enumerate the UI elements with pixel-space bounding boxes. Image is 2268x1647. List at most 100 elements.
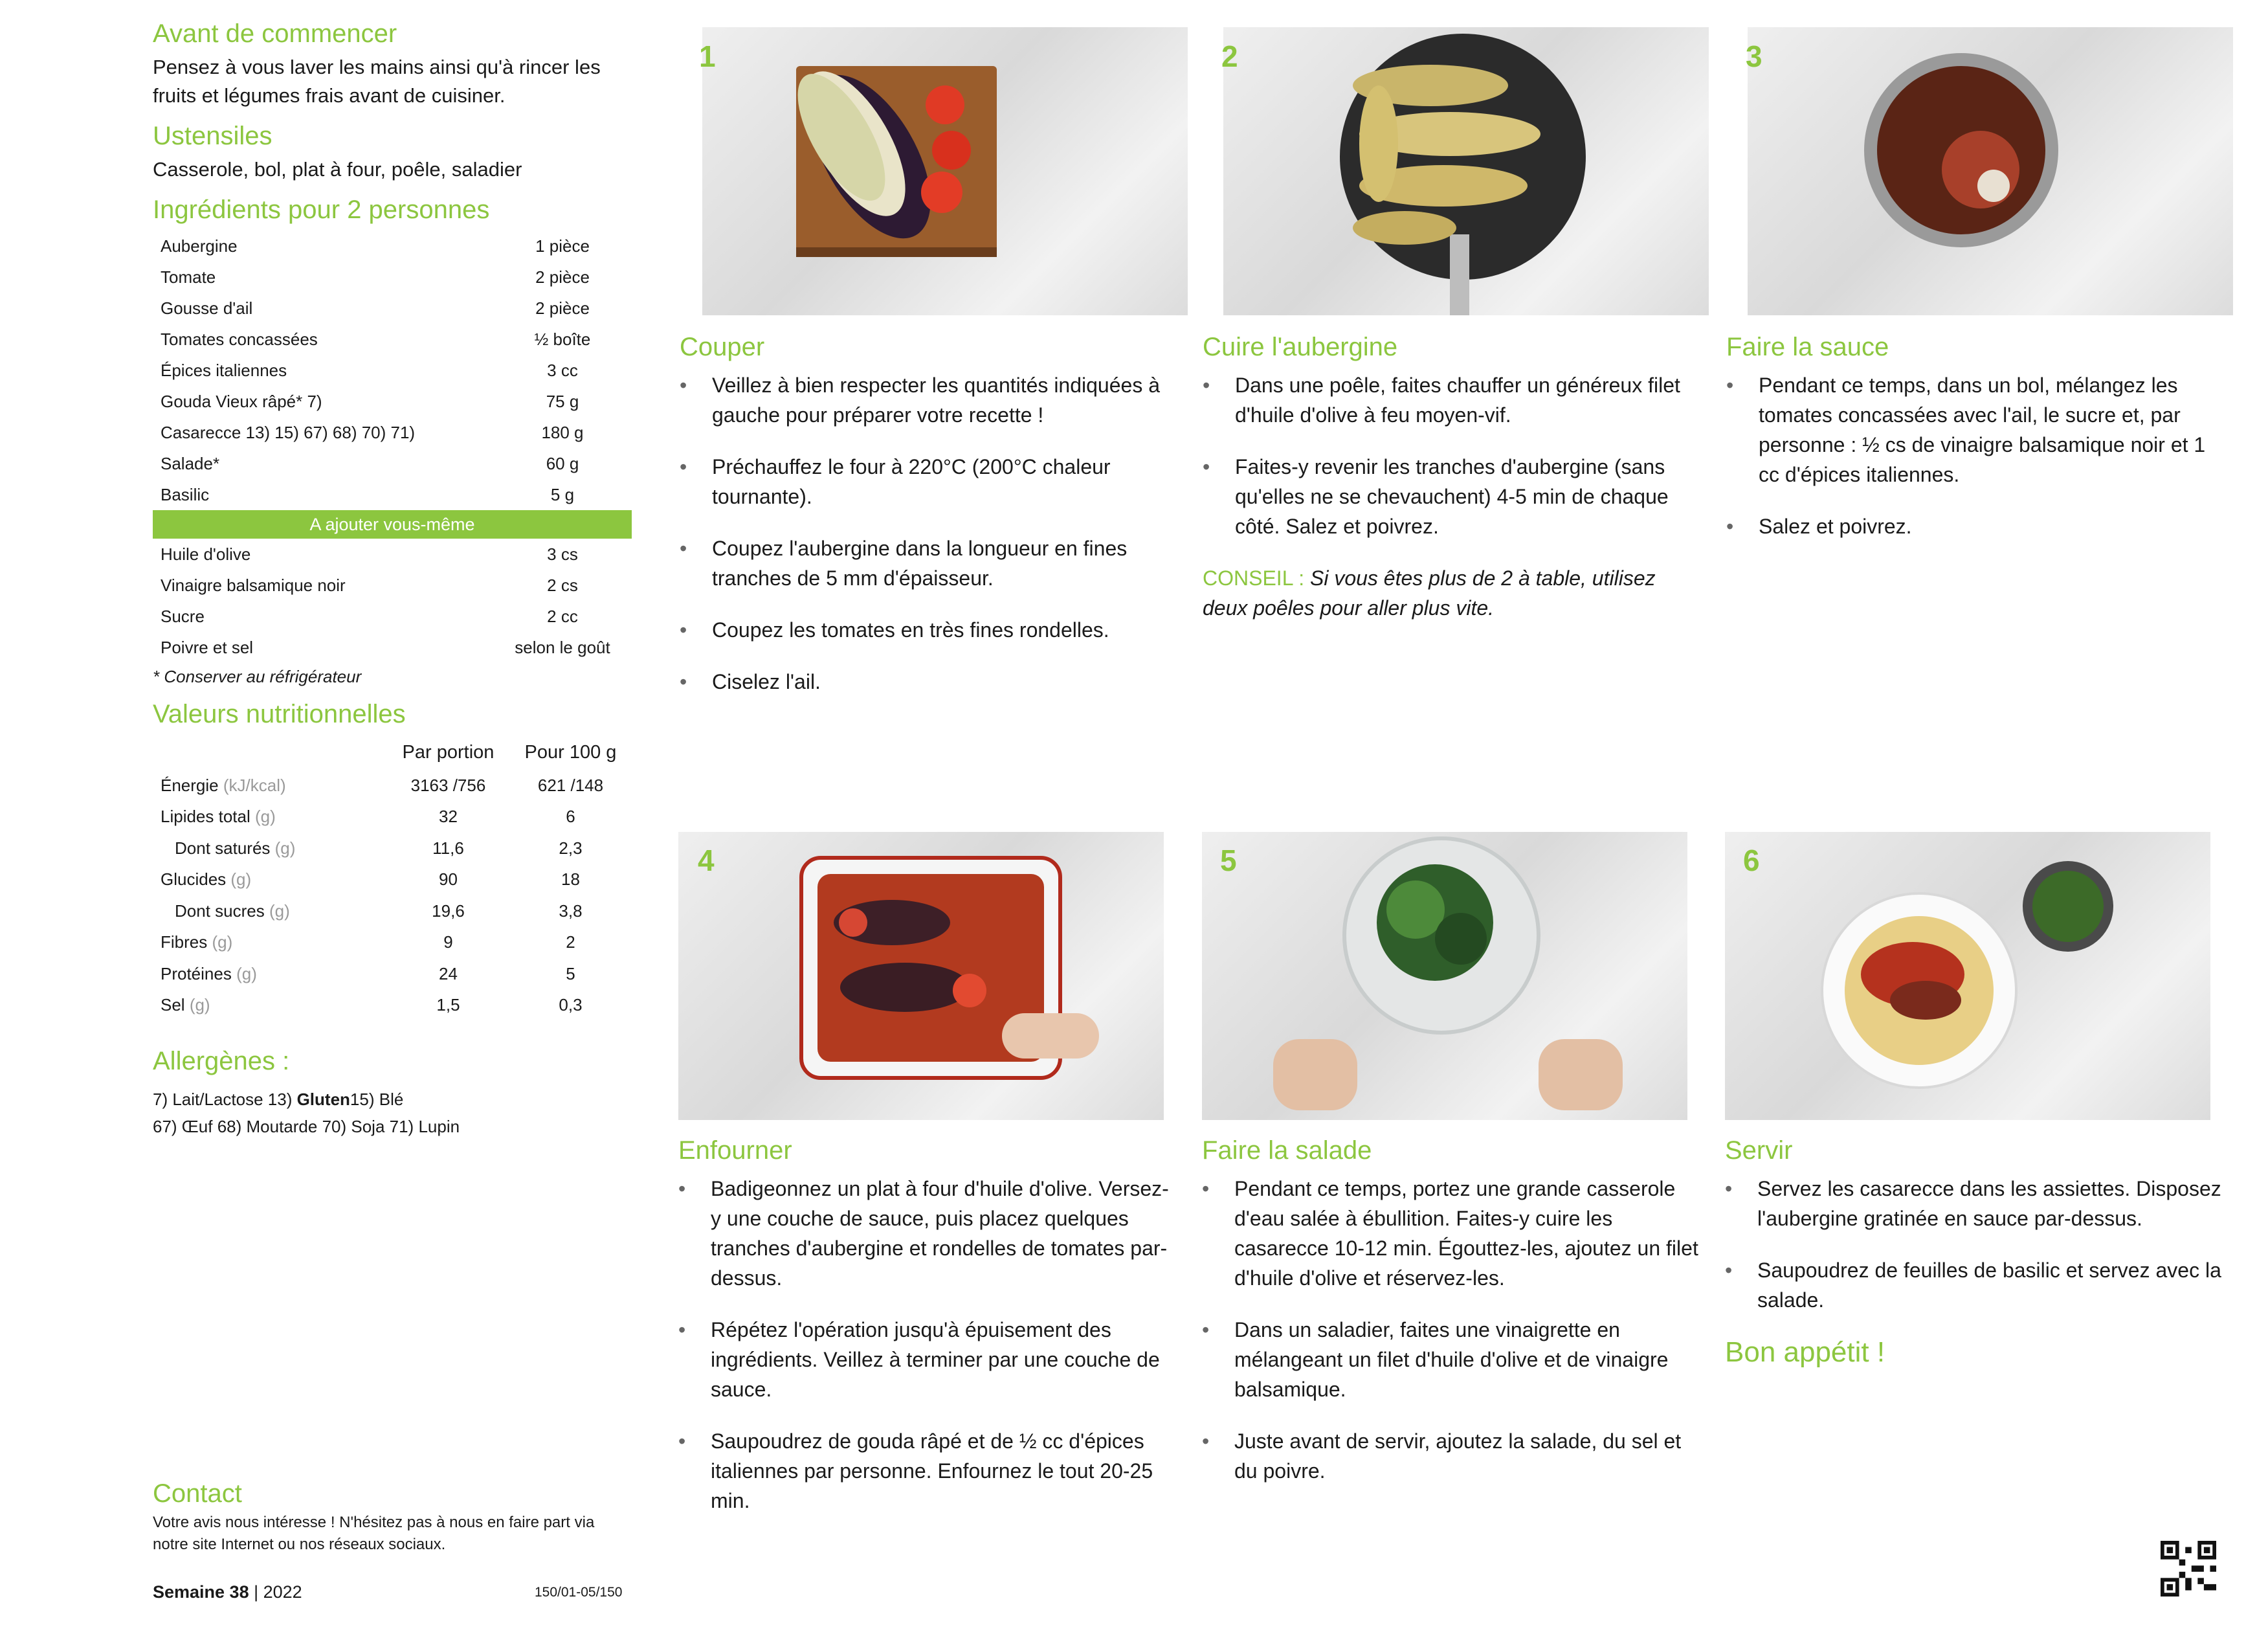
ingredient-row: Aubergine 1 pièce (153, 230, 632, 262)
step-5-photo (1202, 832, 1687, 1120)
nutrient-per-portion: 19,6 (432, 901, 465, 921)
ingredient-qty: 3 cs (547, 544, 578, 564)
nutrient-name: Dont sucres (175, 901, 265, 921)
nutrient-unit: (g) (236, 963, 257, 983)
step-bullet: Veillez à bien respecter les quantités i… (680, 370, 1178, 430)
fridge-note: * Conserver au réfrigérateur (153, 667, 362, 686)
nutrient-label: Protéines (g) (153, 958, 387, 990)
tools-title: Ustensiles (153, 122, 272, 150)
ingredient-qty: 180 g (541, 422, 584, 442)
step-title: Servir (1725, 1136, 1793, 1165)
allergens-list: 7) Lait/Lactose 13) Gluten15) Blé 67) Œu… (153, 1086, 632, 1140)
step-1-photo (702, 27, 1188, 315)
ingredient-row: Huile d'olive 3 cs (153, 539, 632, 570)
before-text: Pensez à vous laver les mains ainsi qu'à… (153, 56, 601, 107)
nutrient-per-100g: 3,8 (559, 901, 583, 921)
ingredient-qty: 5 g (550, 484, 575, 504)
ingredient-qty: ½ boîte (534, 329, 591, 349)
step-2: Cuire l'aubergine Dans une poêle, faites… (1203, 333, 1701, 623)
step-bullets: Servez les casarecce dans les assiettes.… (1725, 1174, 2223, 1315)
nutrient-per-portion: 3163 /756 (410, 775, 486, 795)
oven-dish-illustration (799, 856, 1099, 1080)
ingredient-qty: 2 cs (547, 575, 578, 595)
step-title: Enfourner (678, 1136, 792, 1165)
step-bullet: Badigeonnez un plat à four d'huile d'oli… (678, 1174, 1177, 1293)
step-bullets: Badigeonnez un plat à four d'huile d'oli… (678, 1174, 1177, 1516)
ingredient-row: Basilic 5 g (153, 479, 632, 510)
nutrient-name: Dont saturés (175, 838, 271, 858)
step-2-number: 2 (1221, 39, 1238, 73)
step-bullet: Coupez les tomates en très fines rondell… (680, 615, 1178, 645)
step-title: Couper (680, 333, 765, 361)
step-3: Faire la sauce Pendant ce temps, dans un… (1726, 333, 2225, 563)
step-title: Faire la sauce (1726, 333, 1889, 361)
allergens-text: 15) Blé (350, 1090, 404, 1109)
nutrient-unit: (g) (212, 932, 233, 952)
step-bullet: Pendant ce temps, portez une grande cass… (1202, 1174, 1700, 1293)
ingredient-qty: 2 pièce (535, 267, 590, 287)
week-label: Semaine 38 | 2022 (153, 1582, 302, 1602)
step-bullet: Salez et poivrez. (1726, 511, 2225, 541)
step-6: Servir Servez les casarecce dans les ass… (1725, 1136, 2223, 1368)
qr-code-icon (2161, 1541, 2216, 1597)
nutrition-header-portion: Par portion (402, 741, 495, 763)
nutrient-label: Dont sucres (g) (153, 895, 387, 927)
nutrient-name: Lipides total (161, 807, 250, 827)
ingredient-name: Épices italiennes (161, 360, 287, 380)
cutting-board-illustration (796, 66, 997, 257)
tip-box: CONSEIL : Si vous êtes plus de 2 à table… (1203, 563, 1701, 623)
step-bullets: Pendant ce temps, dans un bol, mélangez … (1726, 370, 2225, 541)
nutrient-per-100g: 6 (566, 807, 575, 827)
step-bullet: Saupoudrez de feuilles de basilic et ser… (1725, 1255, 2223, 1315)
step-3-photo (1748, 27, 2233, 315)
step-title: Cuire l'aubergine (1203, 333, 1398, 361)
ingredient-row: Tomate 2 pièce (153, 262, 632, 293)
nutrient-per-portion: 11,6 (432, 838, 464, 858)
nutrition-row: Protéines (g) 24 5 (153, 958, 632, 990)
allergens-line-2: 67) Œuf 68) Moutarde 70) Soja 71) Lupin (153, 1117, 460, 1136)
ingredient-name: Tomates concassées (161, 329, 318, 349)
step-bullets: Pendant ce temps, portez une grande cass… (1202, 1174, 1700, 1486)
nutrient-label: Sel (g) (153, 990, 387, 1022)
ingredient-qty: selon le goût (515, 637, 610, 657)
contact-title: Contact (153, 1479, 242, 1508)
ingredient-row: Tomates concassées ½ boîte (153, 324, 632, 355)
plated-dish-illustration (1821, 861, 2113, 1089)
ingredient-row: Salade* 60 g (153, 448, 632, 479)
nutrient-label: Dont saturés (g) (153, 833, 387, 864)
ingredient-row: Gouda Vieux râpé* 7) 75 g (153, 386, 632, 417)
ingredient-row: Casarecce 13) 15) 67) 68) 70) 71) 180 g (153, 417, 632, 448)
ingredient-qty: 60 g (546, 453, 579, 473)
nutrient-per-100g: 2,3 (559, 838, 583, 858)
ingredient-row: Poivre et sel selon le goût (153, 632, 632, 663)
nutrient-unit: (g) (230, 869, 252, 890)
nutrient-unit: (g) (189, 995, 210, 1015)
nutrient-unit: (g) (269, 901, 290, 921)
before-title: Avant de commencer (153, 19, 397, 48)
tip-label: CONSEIL : (1203, 566, 1305, 590)
step-bullet: Dans une poêle, faites chauffer un génér… (1203, 370, 1701, 430)
allergens-text: 7) Lait/Lactose 13) (153, 1090, 297, 1109)
nutrient-unit: (kJ/kcal) (223, 775, 286, 795)
nutrition-row: Fibres (g) 9 2 (153, 927, 632, 959)
week-number: Semaine 38 (153, 1582, 249, 1602)
nutrient-name: Énergie (161, 775, 219, 795)
salad-bowl-illustration (1273, 836, 1623, 1110)
nutrient-per-100g: 0,3 (559, 995, 583, 1015)
nutrition-row: Glucides (g) 90 18 (153, 864, 632, 896)
step-bullet: Ciselez l'ail. (680, 667, 1178, 697)
ingredient-name: Tomate (161, 267, 216, 287)
step-bullets: Veillez à bien respecter les quantités i… (680, 370, 1178, 697)
info-column: Avant de commencer Pensez à vous laver l… (153, 19, 632, 1140)
recipe-code: 150/01-05/150 (535, 1585, 623, 1600)
step-6-photo (1725, 832, 2210, 1120)
step-5: Faire la salade Pendant ce temps, portez… (1202, 1136, 1700, 1508)
nutrient-per-portion: 1,5 (436, 995, 460, 1015)
nutrition-header-100g: Pour 100 g (524, 741, 617, 763)
step-bullet: Faites-y revenir les tranches d'aubergin… (1203, 452, 1701, 541)
ingredients-table: Aubergine 1 pièce Tomate 2 pièce Gousse d'… (153, 230, 632, 663)
ingredient-row: Vinaigre balsamique noir 2 cs (153, 570, 632, 601)
step-bullet: Saupoudrez de gouda râpé et de ½ cc d'ép… (678, 1426, 1177, 1516)
nutrient-name: Fibres (161, 932, 208, 952)
contact-block: Contact Votre avis nous intéresse ! N'hé… (153, 1479, 632, 1556)
